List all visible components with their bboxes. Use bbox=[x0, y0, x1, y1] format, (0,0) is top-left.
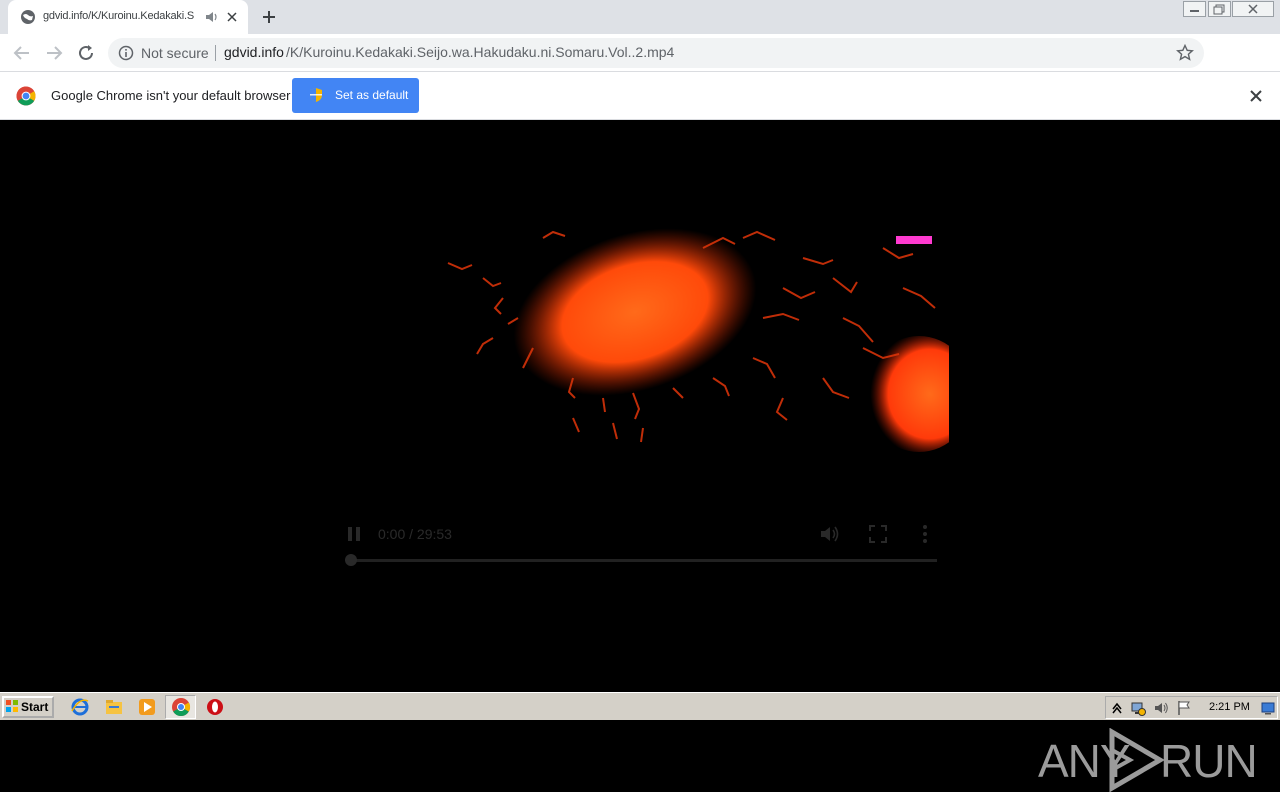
url-host: gdvid.info bbox=[224, 44, 284, 60]
show-hidden-icons-icon[interactable] bbox=[1111, 701, 1123, 715]
new-tab-plus-icon[interactable] bbox=[260, 8, 278, 26]
close-icon[interactable] bbox=[224, 9, 240, 25]
chrome-taskbar-button[interactable] bbox=[165, 695, 196, 719]
pause-icon[interactable] bbox=[347, 526, 361, 542]
play-triangle-icon bbox=[1109, 728, 1164, 792]
show-desktop-icon[interactable] bbox=[1261, 701, 1275, 715]
bookmark-star-icon[interactable] bbox=[1176, 44, 1194, 62]
video-progress-bar[interactable] bbox=[349, 559, 937, 562]
security-label: Not secure bbox=[141, 45, 209, 61]
browser-toolbar: Not secure gdvid.info /K/Kuroinu.Kedakak… bbox=[0, 34, 1280, 96]
system-tray: 2:21 PM bbox=[1105, 696, 1278, 719]
globe-icon bbox=[21, 10, 35, 24]
more-options-icon[interactable] bbox=[921, 523, 929, 545]
set-as-default-label: Set as default bbox=[335, 88, 409, 102]
restore-icon bbox=[1213, 4, 1225, 15]
anyrun-watermark: ANY RUN bbox=[1038, 728, 1258, 792]
file-explorer-icon[interactable] bbox=[104, 697, 124, 717]
infobar-message: Google Chrome isn't your default browser bbox=[51, 88, 291, 103]
forward-arrow-icon[interactable] bbox=[43, 42, 65, 64]
video-controls: 0:00 / 29:53 bbox=[343, 515, 937, 575]
network-icon[interactable] bbox=[1130, 700, 1146, 716]
speaker-icon[interactable] bbox=[204, 9, 220, 25]
url-path: /K/Kuroinu.Kedakaki.Seijo.wa.Hakudaku.ni… bbox=[286, 44, 675, 60]
watermark-run: RUN bbox=[1160, 735, 1258, 787]
browser-tab[interactable]: gdvid.info/K/Kuroinu.Kedakaki.S bbox=[8, 0, 248, 34]
internet-explorer-icon[interactable] bbox=[70, 697, 90, 717]
minimize-button[interactable] bbox=[1183, 1, 1206, 17]
tab-strip: gdvid.info/K/Kuroinu.Kedakaki.S bbox=[0, 0, 1280, 34]
action-center-flag-icon[interactable] bbox=[1176, 700, 1192, 716]
start-button[interactable]: Start bbox=[2, 696, 54, 718]
page-content: 0:00 / 29:53 ANY RUN bbox=[0, 120, 1280, 792]
windows-logo-icon bbox=[6, 700, 18, 712]
volume-icon[interactable] bbox=[819, 524, 841, 544]
chrome-icon bbox=[172, 698, 191, 717]
video-frame-art bbox=[447, 228, 949, 452]
default-browser-infobar: Google Chrome isn't your default browser… bbox=[0, 72, 1280, 120]
back-arrow-icon[interactable] bbox=[11, 42, 33, 64]
minimize-icon bbox=[1190, 10, 1199, 12]
omnibox-divider bbox=[215, 45, 216, 61]
reload-icon[interactable] bbox=[75, 42, 97, 64]
windows-taskbar: Start 2:21 PM bbox=[0, 692, 1280, 720]
opera-icon[interactable] bbox=[205, 697, 225, 717]
uac-shield-icon bbox=[310, 88, 322, 102]
video-progress-knob[interactable] bbox=[345, 554, 357, 566]
video-time: 0:00 / 29:53 bbox=[378, 526, 452, 542]
address-bar[interactable]: Not secure gdvid.info /K/Kuroinu.Kedakak… bbox=[108, 38, 1204, 68]
taskbar-clock[interactable]: 2:21 PM bbox=[1209, 701, 1250, 713]
restore-button[interactable] bbox=[1208, 1, 1231, 17]
close-icon bbox=[1248, 4, 1258, 14]
fullscreen-icon[interactable] bbox=[869, 525, 887, 543]
media-player-icon[interactable] bbox=[137, 697, 157, 717]
volume-tray-icon[interactable] bbox=[1153, 700, 1169, 716]
tab-title: gdvid.info/K/Kuroinu.Kedakaki.S bbox=[43, 10, 194, 22]
start-label: Start bbox=[21, 700, 49, 714]
close-icon[interactable] bbox=[1248, 88, 1264, 104]
chrome-logo-icon bbox=[16, 86, 36, 106]
set-as-default-button[interactable]: Set as default bbox=[292, 78, 419, 113]
window-close-button[interactable] bbox=[1232, 1, 1274, 17]
info-icon[interactable] bbox=[118, 45, 134, 61]
